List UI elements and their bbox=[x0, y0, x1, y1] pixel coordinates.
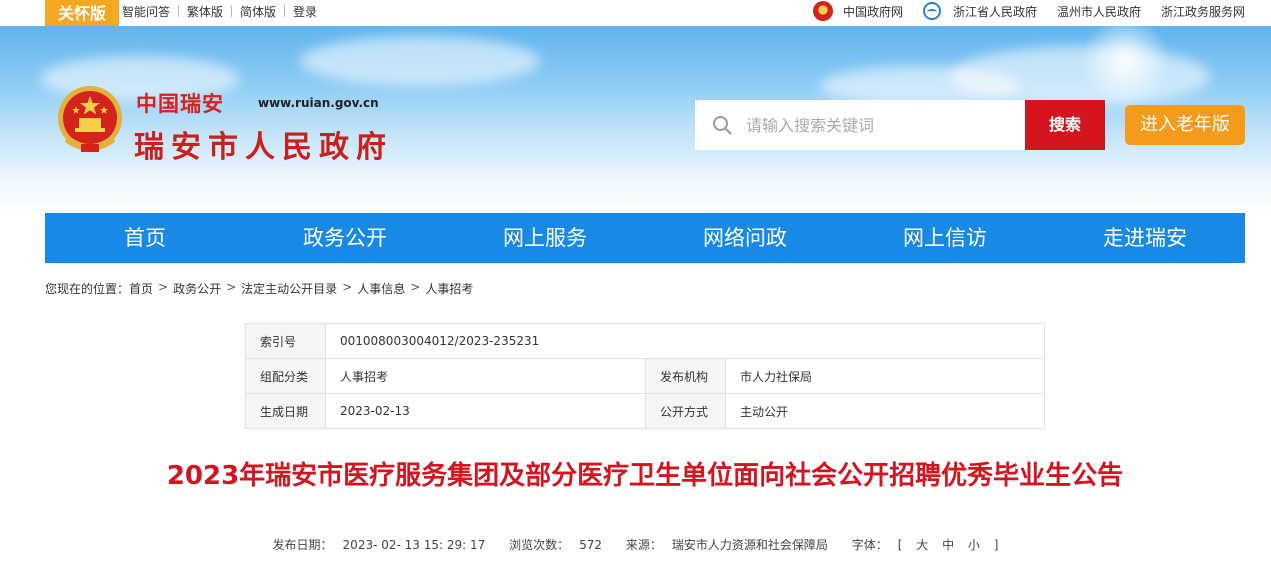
source: 来源： 瑞安市人力资源和社会保障局 bbox=[621, 538, 833, 552]
wenzhou-gov-link[interactable]: 温州市人民政府 bbox=[1057, 3, 1141, 20]
external-links: 中国政府网 浙江省人民政府 温州市人民政府 浙江政务服务网 bbox=[793, 0, 1245, 22]
china-gov-label: 中国政府网 bbox=[842, 4, 903, 19]
view-count-value: 572 bbox=[579, 538, 603, 552]
org-label: 发布机构 bbox=[645, 358, 726, 394]
font-size-medium-button[interactable]: 中 bbox=[942, 538, 954, 552]
source-label: 来源： bbox=[625, 538, 662, 552]
breadcrumb-prefix: 您现在的位置： bbox=[45, 282, 130, 296]
traditional-chinese-link[interactable]: 繁体版 bbox=[187, 3, 223, 20]
breadcrumb-separator: > bbox=[226, 280, 237, 294]
publish-date-label: 发布日期： bbox=[272, 538, 333, 552]
search-button[interactable]: 搜索 bbox=[1025, 100, 1105, 150]
document-info-table: 索引号 001008003004012/2023-235231 组配分类 人事招… bbox=[245, 323, 1045, 429]
publish-date-value: 2023- 02- 13 15: 29: 17 bbox=[342, 538, 486, 552]
breadcrumb-separator: > bbox=[158, 280, 169, 294]
mode-value: 主动公开 bbox=[725, 393, 1045, 429]
main-nav: 首页 政务公开 网上服务 网络问政 网上信访 走进瑞安 bbox=[45, 213, 1245, 263]
table-row: 生成日期 2023-02-13 公开方式 主动公开 bbox=[245, 393, 1045, 429]
zhejiang-gov-link[interactable]: 浙江省人民政府 bbox=[922, 2, 1037, 20]
elder-version-button[interactable]: 进入老年版 bbox=[1125, 105, 1245, 145]
breadcrumb-item[interactable]: 人事招考 bbox=[425, 280, 473, 297]
breadcrumb-item[interactable]: 政务公开 bbox=[173, 280, 221, 297]
publish-date: 发布日期： 2023- 02- 13 15: 29: 17 bbox=[268, 538, 491, 552]
zhejiang-gov-label: 浙江省人民政府 bbox=[952, 4, 1037, 19]
bracket-open: [ bbox=[897, 538, 903, 552]
divider bbox=[231, 5, 233, 17]
search-input[interactable] bbox=[746, 115, 1006, 135]
top-links: 智能问答 繁体版 简体版 登录 bbox=[122, 0, 317, 22]
font-size-large-button[interactable]: 大 bbox=[916, 538, 928, 552]
site-name-big[interactable]: 瑞安市人民政府 bbox=[134, 122, 393, 166]
site-name-small: 中国瑞安 bbox=[136, 91, 224, 116]
search-icon bbox=[713, 116, 732, 135]
zhejiang-service-label: 浙江政务服务网 bbox=[1160, 4, 1245, 19]
wenzhou-gov-label: 温州市人民政府 bbox=[1056, 4, 1141, 19]
table-row: 索引号 001008003004012/2023-235231 bbox=[245, 323, 1045, 359]
date-value: 2023-02-13 bbox=[325, 393, 646, 429]
china-gov-link[interactable]: 中国政府网 bbox=[812, 1, 903, 21]
breadcrumb-separator: > bbox=[342, 280, 353, 294]
index-label: 索引号 bbox=[245, 323, 326, 359]
breadcrumb-item[interactable]: 人事信息 bbox=[357, 280, 405, 297]
national-emblem-icon bbox=[812, 1, 833, 21]
breadcrumb-item[interactable]: 法定主动公开目录 bbox=[241, 280, 337, 297]
breadcrumb-separator: > bbox=[410, 280, 421, 294]
font-size-small-button[interactable]: 小 bbox=[968, 538, 980, 552]
font-size-control: 字体： [ 大 中 小 ] bbox=[847, 538, 1004, 552]
nav-item-government-affairs[interactable]: 政务公开 bbox=[245, 213, 445, 263]
category-label: 组配分类 bbox=[245, 358, 326, 394]
mode-label: 公开方式 bbox=[645, 393, 726, 429]
bracket-close: ] bbox=[993, 538, 999, 552]
breadcrumb-item[interactable]: 首页 bbox=[129, 280, 153, 297]
search-box bbox=[695, 100, 1025, 150]
breadcrumb: 您现在的位置： 首页 > 政务公开 > 法定主动公开目录 > 人事信息 > 人事… bbox=[45, 280, 473, 297]
care-version-button[interactable]: 关怀版 bbox=[45, 0, 119, 29]
view-count: 浏览次数： 572 bbox=[504, 538, 607, 552]
login-link[interactable]: 登录 bbox=[293, 3, 317, 20]
org-value: 市人力社保局 bbox=[725, 358, 1045, 394]
font-size-label: 字体： bbox=[851, 538, 888, 552]
cloud-decoration bbox=[300, 36, 540, 86]
date-label: 生成日期 bbox=[245, 393, 326, 429]
divider bbox=[178, 5, 180, 17]
source-value: 瑞安市人力资源和社会保障局 bbox=[671, 538, 828, 552]
nav-item-home[interactable]: 首页 bbox=[45, 213, 245, 263]
simplified-chinese-link[interactable]: 简体版 bbox=[240, 3, 276, 20]
index-value: 001008003004012/2023-235231 bbox=[325, 323, 1045, 359]
zhejiang-service-link[interactable]: 浙江政务服务网 bbox=[1161, 3, 1245, 20]
top-bar: 关怀版 智能问答 繁体版 简体版 登录 中国政府网 浙江省人民政府 温州市人民政… bbox=[0, 0, 1271, 29]
nav-item-online-service[interactable]: 网上服务 bbox=[445, 213, 645, 263]
site-url: www.ruian.gov.cn bbox=[258, 96, 379, 110]
nav-item-online-inquiry[interactable]: 网络问政 bbox=[645, 213, 845, 263]
view-count-label: 浏览次数： bbox=[509, 538, 570, 552]
divider bbox=[284, 5, 286, 17]
category-value: 人事招考 bbox=[325, 358, 646, 394]
smart-qa-link[interactable]: 智能问答 bbox=[122, 3, 170, 20]
article-title: 2023年瑞安市医疗服务集团及部分医疗卫生单位面向社会公开招聘优秀毕业生公告 bbox=[166, 461, 1124, 491]
zhejiang-logo-icon bbox=[922, 2, 941, 20]
nav-item-online-petition[interactable]: 网上信访 bbox=[845, 213, 1045, 263]
table-row: 组配分类 人事招考 发布机构 市人力社保局 bbox=[245, 358, 1045, 394]
national-emblem-logo-icon[interactable] bbox=[55, 84, 125, 156]
nav-item-about-ruian[interactable]: 走进瑞安 bbox=[1045, 213, 1245, 263]
article-meta: 发布日期： 2023- 02- 13 15: 29: 17 浏览次数： 572 来源… bbox=[0, 536, 1271, 553]
